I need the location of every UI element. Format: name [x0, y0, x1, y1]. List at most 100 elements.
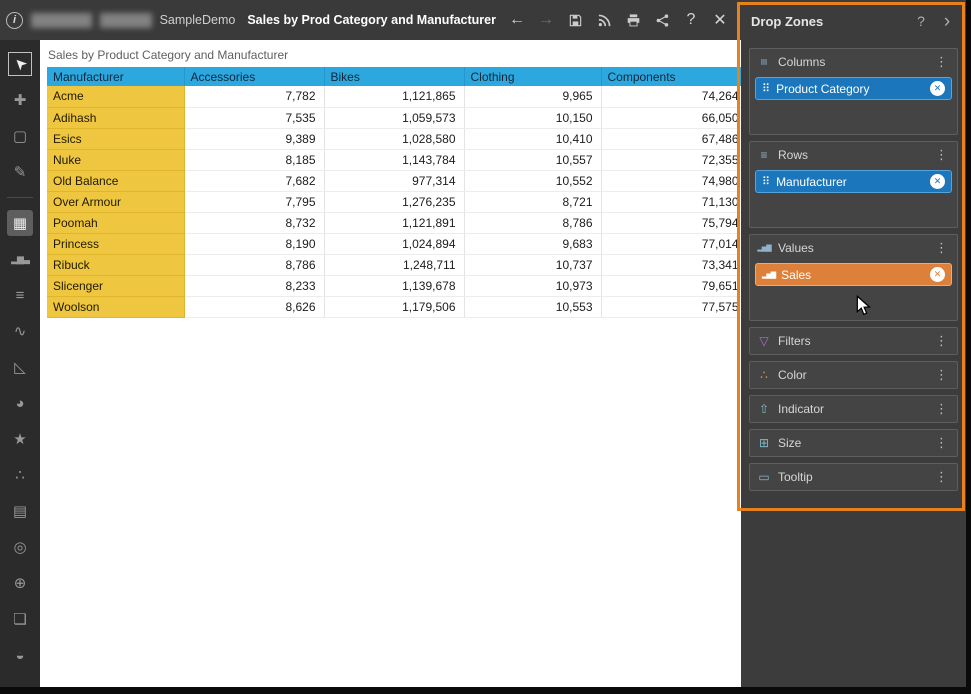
row-header-cell[interactable]: Poomah [47, 212, 184, 233]
value-cell[interactable]: 66,050 [601, 107, 741, 128]
value-cell[interactable]: 74,264 [601, 86, 741, 107]
kebab-menu-icon[interactable]: ⋮ [933, 333, 950, 349]
value-cell[interactable]: 977,314 [324, 170, 464, 191]
dropzone-tooltip[interactable]: ▭Tooltip⋮ [749, 463, 958, 491]
kebab-menu-icon[interactable]: ⋮ [933, 147, 950, 163]
value-cell[interactable]: 8,626 [184, 296, 324, 317]
kebab-menu-icon[interactable]: ⋮ [933, 367, 950, 383]
row-header-cell[interactable]: Adihash [47, 107, 184, 128]
row-header-cell[interactable]: Slicenger [47, 275, 184, 296]
value-cell[interactable]: 1,024,894 [324, 233, 464, 254]
value-cell[interactable]: 1,248,711 [324, 254, 464, 275]
value-cell[interactable]: 7,682 [184, 170, 324, 191]
pan-tool[interactable]: ✚ [0, 82, 40, 118]
value-cell[interactable]: 1,028,580 [324, 128, 464, 149]
column-header-manufacturer[interactable]: Manufacturer [47, 67, 184, 86]
kebab-menu-icon[interactable]: ⋮ [933, 54, 950, 70]
save-icon[interactable] [562, 7, 588, 33]
pill-sales[interactable]: ▂▅▇Sales✕ [755, 263, 952, 286]
value-cell[interactable]: 71,130 [601, 191, 741, 212]
dropzone-columns[interactable]: ≡Columns⋮⠿Product Category✕ [749, 48, 958, 135]
column-header-clothing[interactable]: Clothing [464, 67, 601, 86]
remove-pill-icon[interactable]: ✕ [930, 267, 945, 282]
value-cell[interactable]: 72,355 [601, 149, 741, 170]
value-cell[interactable]: 79,651 [601, 275, 741, 296]
help-icon[interactable]: ? [678, 7, 704, 33]
map-viz-button[interactable]: ⊕ [0, 565, 40, 601]
close-icon[interactable]: ✕ [707, 7, 733, 33]
pill-product-category[interactable]: ⠿Product Category✕ [755, 77, 952, 100]
annotate-tool[interactable]: ✎ [0, 154, 40, 190]
remove-pill-icon[interactable]: ✕ [930, 81, 945, 96]
gauge-viz-button[interactable]: ◒ [0, 637, 40, 673]
scatter-viz-button[interactable]: ∴ [0, 457, 40, 493]
dropzone-rows[interactable]: ≡Rows⋮⠿Manufacturer✕ [749, 141, 958, 228]
value-cell[interactable]: 8,190 [184, 233, 324, 254]
row-header-cell[interactable]: Acme [47, 86, 184, 107]
dropzone-color[interactable]: ∴Color⋮ [749, 361, 958, 389]
value-cell[interactable]: 8,786 [464, 212, 601, 233]
kebab-menu-icon[interactable]: ⋮ [933, 435, 950, 451]
column-header-components[interactable]: Components [601, 67, 741, 86]
value-cell[interactable]: 9,965 [464, 86, 601, 107]
pointer-tool[interactable]: ➤ [0, 46, 40, 82]
text-view-viz-button[interactable]: ≡ [0, 277, 40, 313]
value-cell[interactable]: 10,973 [464, 275, 601, 296]
value-cell[interactable]: 7,535 [184, 107, 324, 128]
value-cell[interactable]: 75,794 [601, 212, 741, 233]
share-icon[interactable] [649, 7, 675, 33]
value-cell[interactable]: 1,121,891 [324, 212, 464, 233]
row-header-cell[interactable]: Nuke [47, 149, 184, 170]
value-cell[interactable]: 10,150 [464, 107, 601, 128]
value-cell[interactable]: 8,721 [464, 191, 601, 212]
doughnut-viz-button[interactable]: ◎ [0, 529, 40, 565]
dropzone-indicator[interactable]: ⇧Indicator⋮ [749, 395, 958, 423]
value-cell[interactable]: 74,980 [601, 170, 741, 191]
row-header-cell[interactable]: Woolson [47, 296, 184, 317]
value-cell[interactable]: 1,143,784 [324, 149, 464, 170]
back-icon[interactable]: ← [504, 7, 530, 33]
value-cell[interactable]: 10,557 [464, 149, 601, 170]
export-view-viz-button[interactable]: ❏ [0, 601, 40, 637]
value-cell[interactable]: 10,553 [464, 296, 601, 317]
value-cell[interactable]: 1,121,865 [324, 86, 464, 107]
value-cell[interactable]: 1,059,573 [324, 107, 464, 128]
value-cell[interactable]: 10,410 [464, 128, 601, 149]
feed-icon[interactable] [591, 7, 617, 33]
funnel-viz-button[interactable]: ★ [0, 421, 40, 457]
value-cell[interactable]: 8,185 [184, 149, 324, 170]
value-cell[interactable]: 73,341 [601, 254, 741, 275]
info-icon[interactable]: i [6, 12, 23, 29]
area-chart-viz-button[interactable]: ◺ [0, 349, 40, 385]
panel-help-icon[interactable]: ? [912, 13, 930, 29]
pie-chart-viz-button[interactable]: ◕ [0, 385, 40, 421]
forward-icon[interactable]: → [533, 7, 559, 33]
value-cell[interactable]: 67,486 [601, 128, 741, 149]
value-cell[interactable]: 1,276,235 [324, 191, 464, 212]
value-cell[interactable]: 1,139,678 [324, 275, 464, 296]
kebab-menu-icon[interactable]: ⋮ [933, 240, 950, 256]
value-cell[interactable]: 8,786 [184, 254, 324, 275]
row-header-cell[interactable]: Ribuck [47, 254, 184, 275]
dropzone-filters[interactable]: ▽Filters⋮ [749, 327, 958, 355]
value-cell[interactable]: 10,737 [464, 254, 601, 275]
value-cell[interactable]: 9,389 [184, 128, 324, 149]
grid-viz-button[interactable]: ▦ [0, 205, 40, 241]
row-header-cell[interactable]: Old Balance [47, 170, 184, 191]
value-cell[interactable]: 9,683 [464, 233, 601, 254]
row-header-cell[interactable]: Esics [47, 128, 184, 149]
dropzone-size[interactable]: ⊞Size⋮ [749, 429, 958, 457]
kebab-menu-icon[interactable]: ⋮ [933, 401, 950, 417]
dropzone-values[interactable]: ▂▅▇Values⋮▂▅▇Sales✕ [749, 234, 958, 321]
column-chart-viz-button[interactable]: ▂▆▃ [0, 241, 40, 277]
value-cell[interactable]: 1,179,506 [324, 296, 464, 317]
remove-pill-icon[interactable]: ✕ [930, 174, 945, 189]
stacked-chart-viz-button[interactable]: ▤ [0, 493, 40, 529]
column-header-bikes[interactable]: Bikes [324, 67, 464, 86]
marquee-select-tool[interactable]: ▢ [0, 118, 40, 154]
value-cell[interactable]: 10,552 [464, 170, 601, 191]
value-cell[interactable]: 77,014 [601, 233, 741, 254]
column-header-accessories[interactable]: Accessories [184, 67, 324, 86]
panel-collapse-icon[interactable]: › [938, 12, 956, 31]
row-header-cell[interactable]: Over Armour [47, 191, 184, 212]
